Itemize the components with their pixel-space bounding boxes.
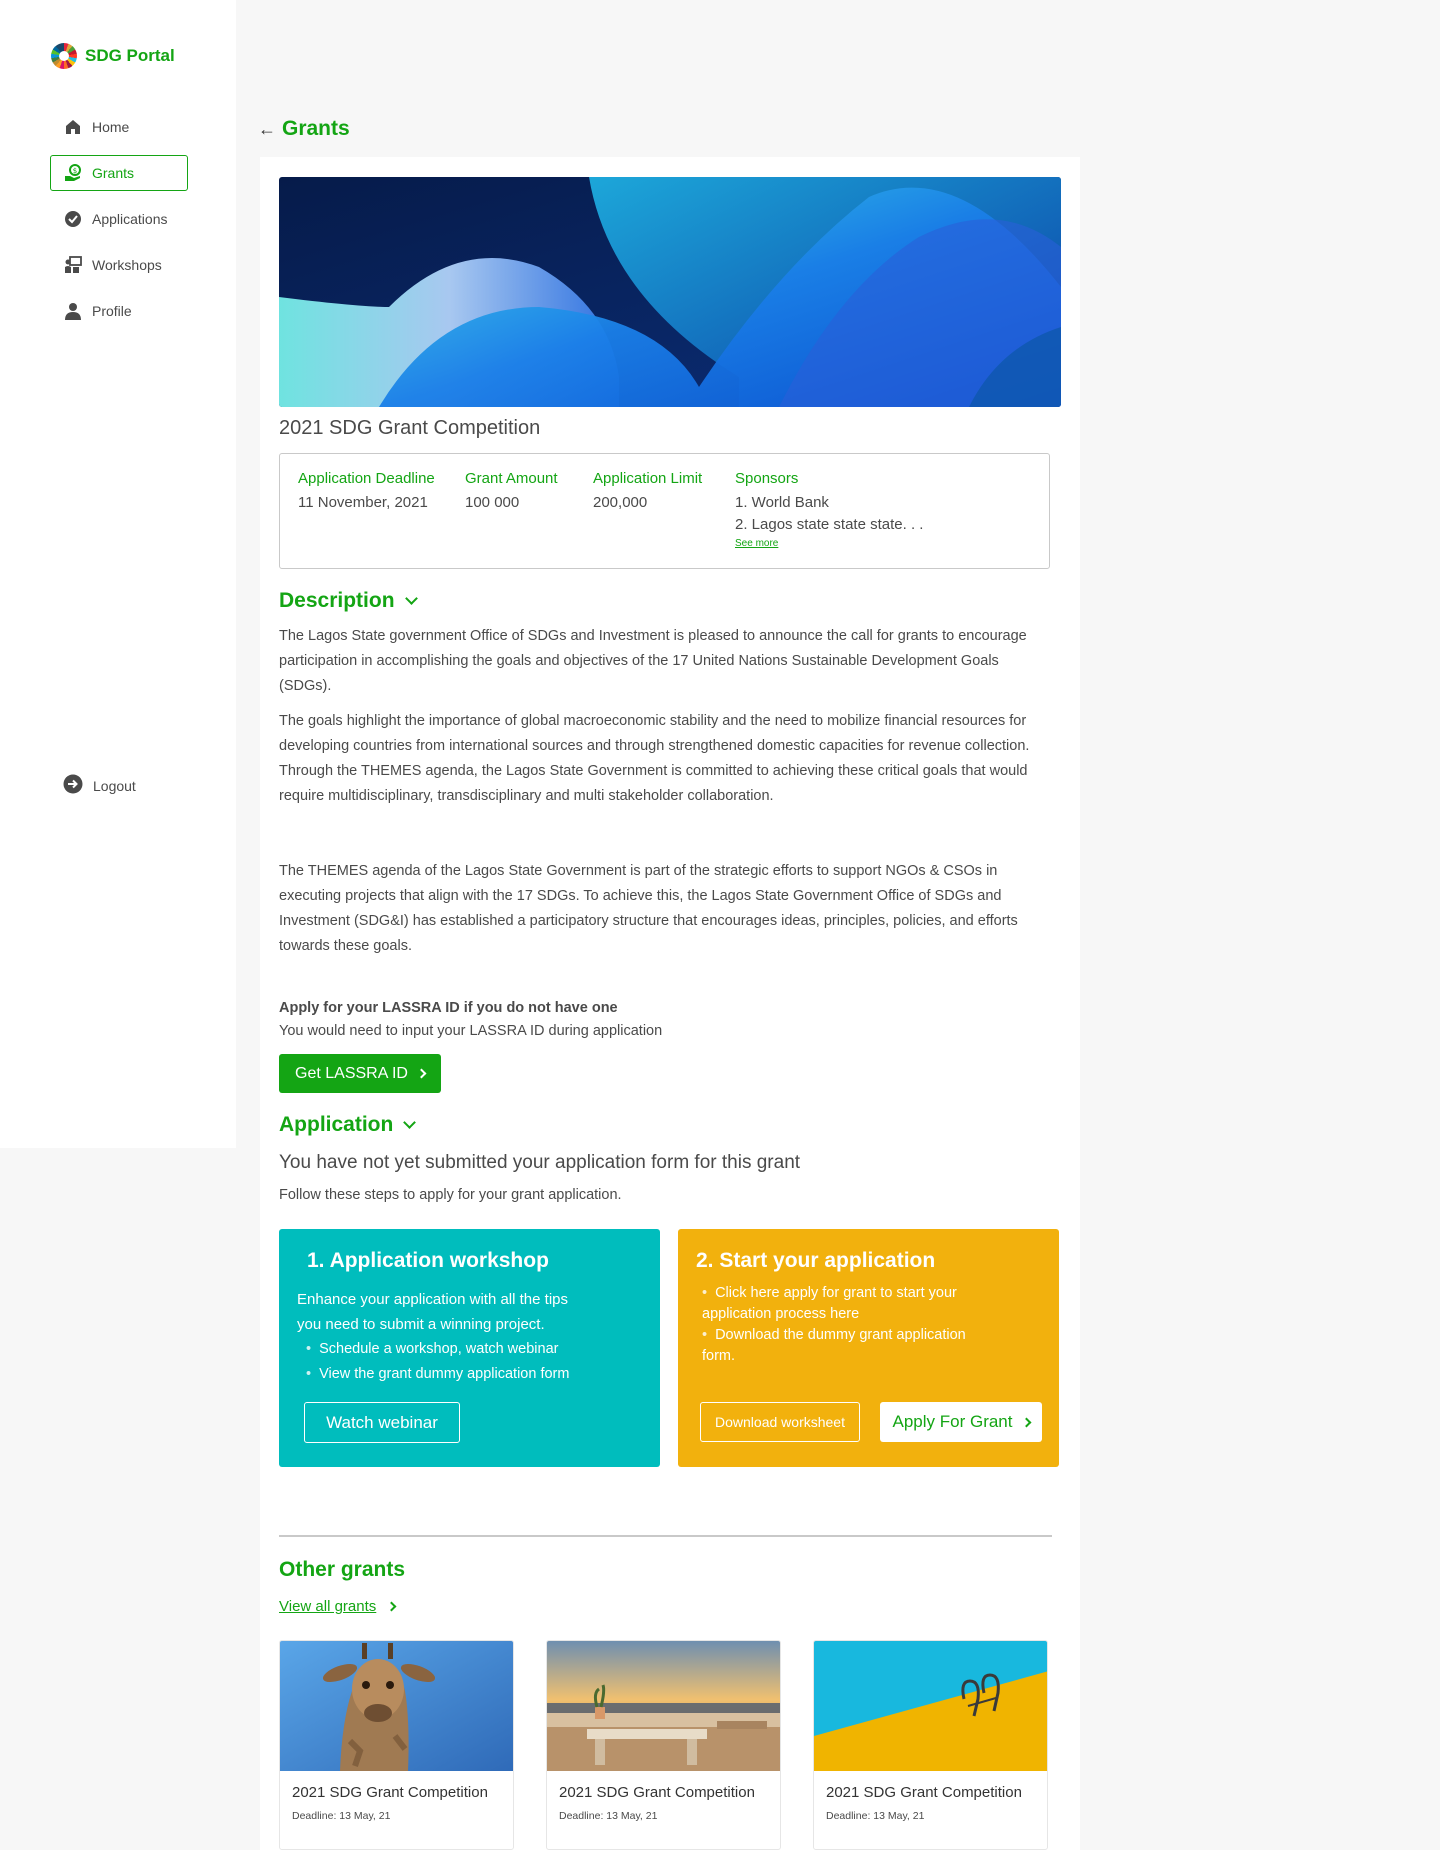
grant-card-image	[814, 1641, 1047, 1771]
arrow-left-icon: ←	[258, 118, 276, 139]
sidebar-item-label: Workshops	[92, 257, 162, 273]
amount-value: 100 000	[465, 494, 520, 511]
grant-card-image	[280, 1641, 513, 1771]
sidebar-item-grants[interactable]: $ Grants	[50, 155, 188, 191]
deadline-field: Application Deadline 11 November, 2021	[298, 470, 435, 514]
step-workshop-card: 1. Application workshop Enhance your app…	[279, 1229, 660, 1467]
sidebar-item-label: Home	[92, 119, 130, 135]
grants-icon: $	[64, 164, 82, 182]
step-workshop-bullets: Schedule a workshop, watch webinar View …	[306, 1337, 569, 1387]
limit-label: Application Limit	[593, 470, 703, 487]
description-paragraph: The Lagos State government Office of SDG…	[279, 628, 1027, 694]
sidebar-item-profile[interactable]: Profile	[50, 293, 188, 329]
grant-card[interactable]: 2021 SDG Grant Competition Deadline: 13 …	[546, 1640, 781, 1850]
limit-value: 200,000	[593, 494, 648, 511]
view-all-label: View all grants	[279, 1598, 377, 1615]
step-workshop-text: Enhance your application with all the ti…	[297, 1291, 568, 1308]
app-frame: SDG Portal Home $ Grants Applications Wo…	[0, 0, 1440, 1850]
grant-title: 2021 SDG Grant Competition	[279, 417, 541, 439]
description-paragraph: The goals highlight the importance of gl…	[279, 713, 1030, 804]
application-status: You have not yet submitted your applicat…	[279, 1152, 801, 1173]
user-icon	[64, 302, 82, 320]
sidebar-nav: Home $ Grants Applications Workshops Pro…	[50, 109, 188, 339]
grant-detail-card: 2021 SDG Grant Competition Application D…	[260, 157, 1080, 1850]
view-all-grants-link[interactable]: View all grants	[279, 1598, 397, 1615]
logout-icon	[63, 774, 83, 797]
grant-card-image	[547, 1641, 780, 1771]
grant-card-deadline: Deadline: 13 May, 21	[292, 1810, 391, 1822]
limit-field: Application Limit 200,000	[593, 470, 702, 514]
grant-card[interactable]: 2021 SDG Grant Competition Deadline: 13 …	[279, 1640, 514, 1850]
get-lassra-id-label: Get LASSRA ID	[295, 1064, 408, 1082]
sponsors-label: Sponsors	[735, 470, 799, 487]
check-circle-icon	[64, 210, 82, 228]
watch-webinar-button[interactable]: Watch webinar	[304, 1402, 460, 1443]
chevron-right-icon	[386, 1601, 397, 1612]
description-toggle[interactable]: Description	[279, 589, 418, 613]
brand-logo[interactable]: SDG Portal	[51, 43, 175, 69]
chevron-right-icon	[416, 1068, 427, 1079]
step-start-title: 2. Start your application	[696, 1249, 936, 1272]
grant-card-title: 2021 SDG Grant Competition	[292, 1784, 488, 1801]
back-label: Grants	[282, 117, 350, 140]
amount-label: Grant Amount	[465, 470, 558, 487]
home-icon	[64, 118, 82, 136]
sponsor-item: 2. Lagos state state state. . .	[735, 516, 924, 533]
list-item: Click here apply for grant to start your…	[702, 1283, 1002, 1325]
chevron-right-icon	[1021, 1417, 1031, 1427]
lassra-subtext: You would need to input your LASSRA ID d…	[279, 1023, 663, 1039]
list-item: View the grant dummy application form	[306, 1362, 569, 1387]
step-start-bullets: Click here apply for grant to start your…	[702, 1283, 1002, 1367]
sidebar-item-applications[interactable]: Applications	[50, 201, 188, 237]
grant-card-deadline: Deadline: 13 May, 21	[826, 1810, 925, 1822]
see-more-link[interactable]: See more	[735, 538, 923, 549]
step-workshop-title: 1. Application workshop	[307, 1249, 549, 1272]
amount-field: Grant Amount 100 000	[465, 470, 558, 514]
brand-name: SDG Portal	[85, 46, 175, 65]
sidebar: SDG Portal Home $ Grants Applications Wo…	[0, 0, 236, 1148]
svg-text:$: $	[73, 167, 77, 175]
step-workshop-text: you need to submit a winning project.	[297, 1316, 545, 1333]
application-heading: Application	[279, 1113, 394, 1136]
grant-card-title: 2021 SDG Grant Competition	[559, 1784, 755, 1801]
application-instructions: Follow these steps to apply for your gra…	[279, 1187, 622, 1203]
lassra-heading: Apply for your LASSRA ID if you do not h…	[279, 1000, 618, 1016]
logout-button[interactable]: Logout	[63, 774, 136, 797]
workshop-icon	[64, 256, 82, 274]
chevron-down-icon	[404, 591, 418, 605]
grant-card-deadline: Deadline: 13 May, 21	[559, 1810, 658, 1822]
grant-card[interactable]: 2021 SDG Grant Competition Deadline: 13 …	[813, 1640, 1048, 1850]
other-grants-heading: Other grants	[279, 1558, 406, 1581]
sponsor-item: 1. World Bank	[735, 494, 829, 511]
deadline-value: 11 November, 2021	[298, 494, 428, 511]
download-worksheet-button[interactable]: Download worksheet	[700, 1402, 860, 1442]
description-paragraph: The THEMES agenda of the Lagos State Gov…	[279, 863, 1018, 954]
sidebar-item-label: Applications	[92, 211, 168, 227]
sponsors-field: Sponsors 1. World Bank 2. Lagos state st…	[735, 470, 923, 549]
list-item: Download the dummy grant application for…	[702, 1325, 1002, 1367]
back-to-grants-link[interactable]: ← Grants	[258, 117, 350, 141]
get-lassra-id-button[interactable]: Get LASSRA ID	[279, 1054, 441, 1093]
step-start-card: 2. Start your application Click here app…	[678, 1229, 1059, 1467]
sidebar-item-label: Profile	[92, 303, 132, 319]
apply-for-grant-label: Apply For Grant	[892, 1412, 1013, 1431]
sdg-wheel-icon	[51, 43, 77, 69]
sidebar-item-workshops[interactable]: Workshops	[50, 247, 188, 283]
sidebar-item-label: Grants	[92, 165, 135, 181]
sidebar-item-home[interactable]: Home	[50, 109, 188, 145]
chevron-down-icon	[403, 1115, 417, 1129]
grant-card-title: 2021 SDG Grant Competition	[826, 1784, 1022, 1801]
apply-for-grant-button[interactable]: Apply For Grant	[880, 1402, 1042, 1442]
application-toggle[interactable]: Application	[279, 1113, 417, 1137]
deadline-label: Application Deadline	[298, 470, 435, 487]
list-item: Schedule a workshop, watch webinar	[306, 1337, 569, 1362]
section-divider	[279, 1535, 1052, 1537]
logout-label: Logout	[93, 777, 136, 794]
grant-hero-image	[279, 177, 1061, 407]
grant-info-box: Application Deadline 11 November, 2021 G…	[279, 453, 1050, 569]
description-heading: Description	[279, 589, 395, 612]
